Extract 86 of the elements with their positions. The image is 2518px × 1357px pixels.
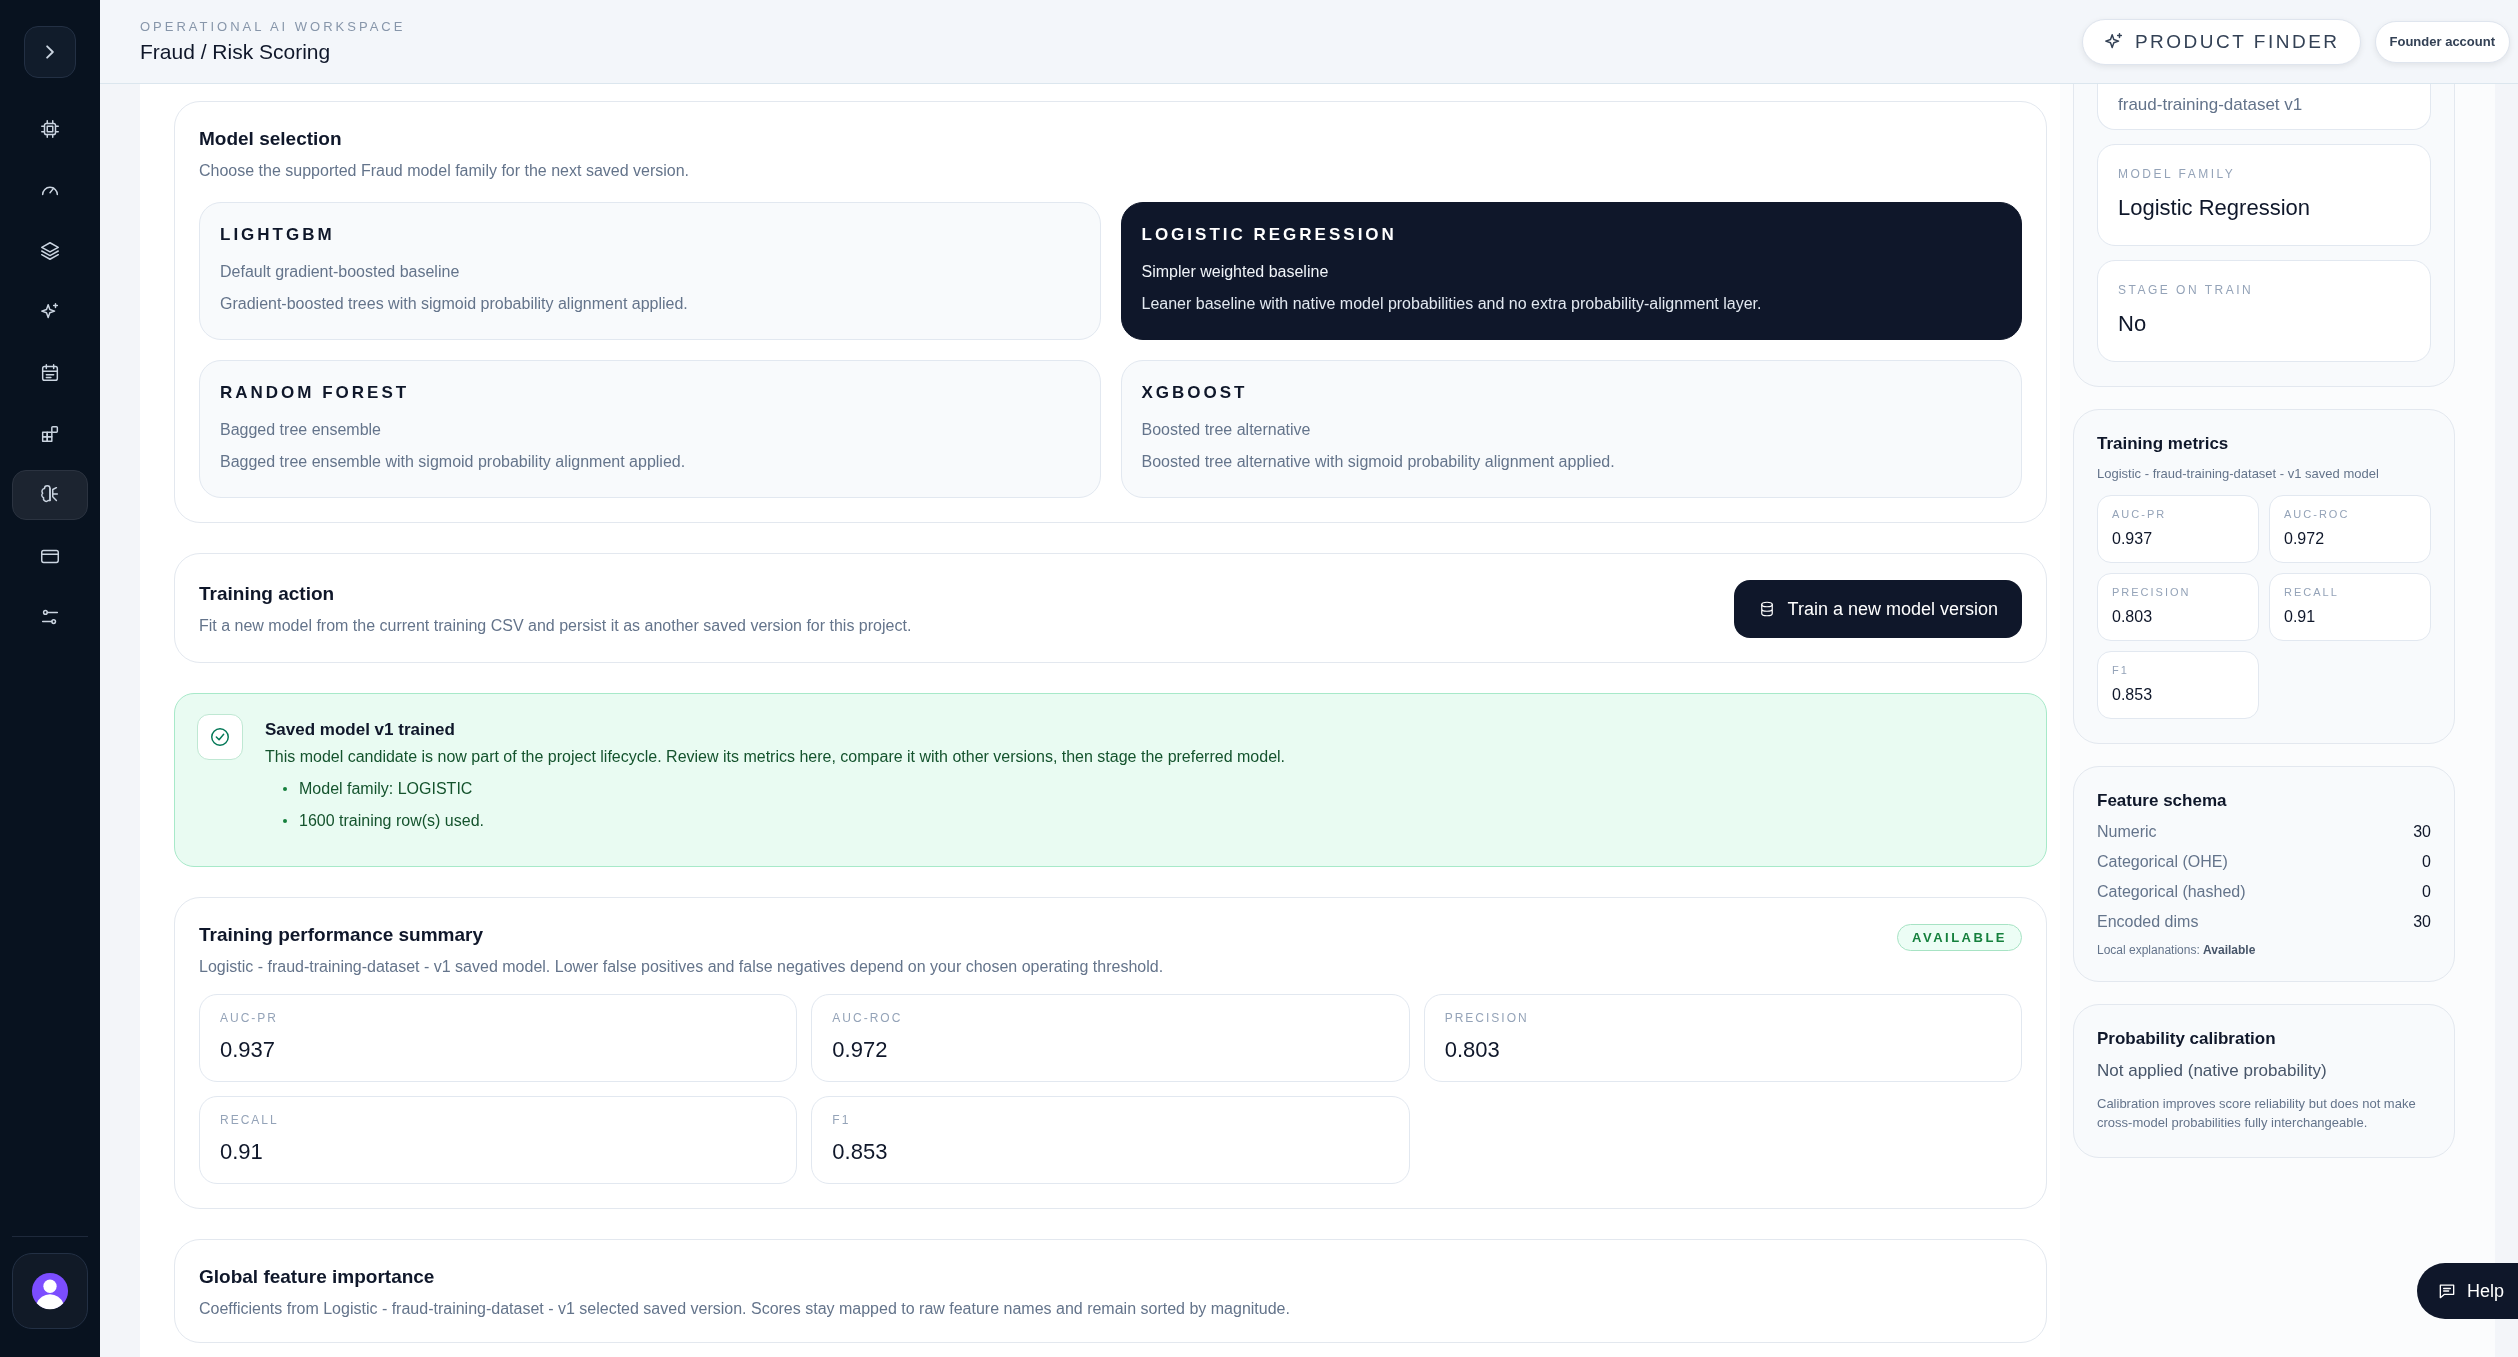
metric-value: 0.937 (2112, 530, 2154, 548)
card-title: Training action (199, 583, 336, 605)
model-description: Leaner baseline with native model probabilities and no extra probability-alignment layer. (1141, 295, 1763, 313)
field-label: STAGE ON TRAIN (2118, 283, 2255, 297)
check-circle-icon (209, 726, 231, 748)
schema-label: Categorical (hashed) (2097, 883, 2246, 901)
schema-value: 0 (2422, 883, 2431, 901)
notice-bullet: 1600 training row(s) used. (299, 812, 484, 830)
chip-icon (39, 118, 61, 140)
train-model-button[interactable]: Train a new model version (1733, 580, 2022, 638)
schema-value: 30 (2413, 913, 2431, 931)
profile-button[interactable] (12, 1253, 88, 1329)
metric-label: RECALL (2284, 586, 2340, 598)
metric-value: 0.937 (220, 1037, 277, 1063)
metric-label: F1 (2112, 664, 2130, 676)
card-title: Model selection (199, 128, 343, 150)
card-subtitle: Logistic - fraud-training-dataset - v1 saved model. Lower false positives and false negatives depend on your chosen operating threshold. (199, 958, 1165, 976)
model-name: RANDOM FOREST (220, 383, 411, 403)
schema-label: Numeric (2097, 823, 2157, 841)
calibration-note: Calibration improves score reliability but does not make cross-model probabilities fully interchangeable. (2097, 1095, 2417, 1132)
account-button[interactable]: Founder account (2374, 20, 2510, 63)
metric-value: 0.91 (220, 1139, 264, 1165)
product-finder-button[interactable]: PRODUCT FINDER (2081, 18, 2361, 65)
notice-bullet: Model family: LOGISTIC (299, 780, 473, 798)
metric-label: PRECISION (1444, 1011, 1530, 1025)
schema-value: 0 (2422, 853, 2431, 871)
schema-note: Local explanations: Available (2097, 943, 2257, 957)
metric-value: 0.853 (832, 1139, 889, 1165)
metric-label: AUC-PR (2112, 508, 2168, 520)
metric-value: 0.853 (2112, 686, 2154, 704)
metric-value: 0.972 (2284, 530, 2326, 548)
model-option[interactable]: LOGISTIC REGRESSION Simpler weighted baseline Leaner baseline with native model probabilities and no extra probability-alignment layer. (1120, 202, 2022, 340)
field-label: MODEL FAMILY (2118, 167, 2237, 181)
model-option[interactable]: XGBOOST Boosted tree alternative Boosted tree alternative with sigmoid probability alignment applied. (1120, 360, 2022, 498)
model-name: XGBOOST (1141, 383, 1249, 403)
model-description: Boosted tree alternative with sigmoid probability alignment applied. (1141, 453, 1616, 471)
card-title: Training performance summary (199, 924, 484, 946)
status-badge: AVAILABLE (1897, 924, 2022, 951)
card-subtitle: Logistic - fraud-training-dataset - v1 saved model (2097, 466, 2380, 481)
field-value: fraud-training-dataset v1 (2118, 95, 2304, 115)
metric-value: 0.91 (2284, 608, 2317, 626)
widgets-icon (39, 423, 61, 445)
calendar-icon (39, 362, 61, 384)
page-title: Fraud / Risk Scoring (140, 40, 332, 64)
field-value: Logistic Regression (2118, 195, 2311, 221)
model-name: LOGISTIC REGRESSION (1141, 225, 1398, 245)
bullet-dot (283, 787, 287, 791)
card-title: Training metrics (2097, 434, 2230, 454)
schema-label: Categorical (OHE) (2097, 853, 2228, 871)
metric-label: AUC-ROC (2284, 508, 2351, 520)
layers-icon (39, 240, 61, 262)
card-title: Global feature importance (199, 1266, 436, 1288)
help-button[interactable]: Help (2416, 1263, 2518, 1319)
metric-label: AUC-ROC (832, 1011, 904, 1025)
card-subtitle: Coefficients from Logistic - fraud-training-dataset - v1 selected saved version. Scores stay mapped to raw feature names and remain sorted by magnitude. (199, 1300, 1291, 1318)
metric-label: PRECISION (2112, 586, 2192, 598)
model-option[interactable]: RANDOM FOREST Bagged tree ensemble Bagged tree ensemble with sigmoid probability alignment applied. (199, 360, 1101, 498)
model-name: LIGHTGBM (220, 225, 336, 245)
schema-value: 30 (2413, 823, 2431, 841)
model-tagline: Default gradient-boosted baseline (220, 263, 461, 281)
model-tagline: Boosted tree alternative (1141, 421, 1312, 439)
notice-message: This model candidate is now part of the project lifecycle. Review its metrics here, compare it with other versions, then stage the preferred model. (265, 748, 1286, 766)
card-subtitle: Fit a new model from the current training CSV and persist it as another saved version for this project. (199, 617, 912, 635)
metric-label: RECALL (220, 1113, 280, 1127)
notice-title: Saved model v1 trained (265, 720, 456, 740)
bullet-dot (283, 819, 287, 823)
metric-value: 0.803 (2112, 608, 2154, 626)
model-option[interactable]: LIGHTGBM Default gradient-boosted baseline Gradient-boosted trees with sigmoid probability alignment applied. (199, 202, 1101, 340)
model-tagline: Simpler weighted baseline (1141, 263, 1330, 281)
schema-label: Encoded dims (2097, 913, 2199, 931)
calibration-status: Not applied (native probability) (2097, 1061, 2328, 1081)
card-subtitle: Choose the supported Fraud model family for the next saved version. (199, 162, 691, 180)
metric-label: AUC-PR (220, 1011, 279, 1025)
metric-value: 0.972 (832, 1037, 889, 1063)
metric-value: 0.803 (1444, 1037, 1501, 1063)
field-value: No (2118, 311, 2148, 337)
model-description: Gradient-boosted trees with sigmoid probability alignment applied. (220, 295, 689, 313)
model-tagline: Bagged tree ensemble (220, 421, 382, 439)
card-title: Feature schema (2097, 791, 2228, 811)
avatar-icon (31, 1272, 69, 1310)
model-description: Bagged tree ensemble with sigmoid probability alignment applied. (220, 453, 687, 471)
chevron-right-icon (46, 45, 54, 59)
sidebar-nav-item[interactable] (12, 470, 88, 520)
workspace-label: OPERATIONAL AI WORKSPACE (140, 19, 406, 34)
metric-label: F1 (832, 1113, 852, 1127)
card-title: Probability calibration (2097, 1029, 2277, 1049)
